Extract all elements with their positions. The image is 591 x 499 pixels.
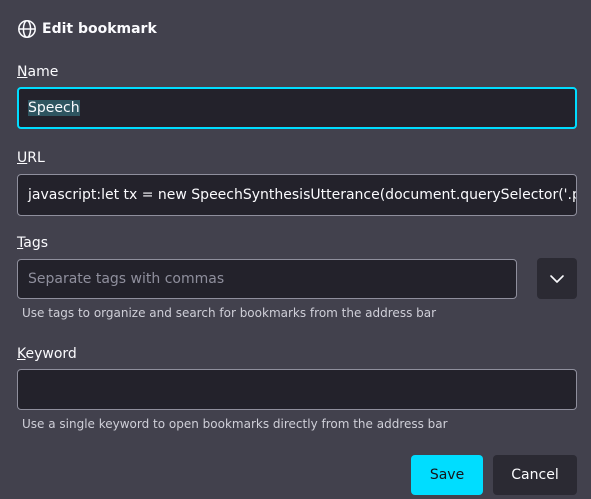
chevron-down-icon bbox=[549, 271, 565, 287]
name-label-accesskey: N bbox=[17, 64, 28, 80]
name-input[interactable]: Speech bbox=[17, 87, 577, 129]
globe-icon bbox=[17, 19, 37, 39]
name-label: Name bbox=[17, 64, 58, 80]
cancel-button[interactable]: Cancel bbox=[493, 455, 577, 495]
url-input-value: javascript:let tx = new SpeechSynthesisU… bbox=[28, 187, 577, 203]
tags-dropdown-button[interactable] bbox=[537, 258, 577, 299]
keyword-hint: Use a single keyword to open bookmarks d… bbox=[22, 417, 448, 431]
tags-hint: Use tags to organize and search for book… bbox=[22, 306, 437, 320]
save-button[interactable]: Save bbox=[411, 455, 483, 495]
url-input[interactable]: javascript:let tx = new SpeechSynthesisU… bbox=[17, 174, 577, 216]
panel-title: Edit bookmark bbox=[42, 21, 157, 37]
tags-input-placeholder: Separate tags with commas bbox=[28, 271, 225, 287]
name-input-value: Speech bbox=[28, 100, 80, 116]
tags-input[interactable]: Separate tags with commas bbox=[17, 259, 517, 299]
keyword-input[interactable] bbox=[17, 369, 577, 410]
tags-label: Tags bbox=[17, 235, 48, 251]
url-label-accesskey: U bbox=[17, 150, 28, 166]
edit-bookmark-panel: { "header": { "icon": "globe-icon", "tit… bbox=[0, 0, 591, 499]
name-label-rest: ame bbox=[27, 64, 59, 80]
url-label-rest: RL bbox=[27, 150, 45, 166]
url-label: URL bbox=[17, 150, 45, 166]
keyword-label-rest: eyword bbox=[25, 346, 77, 362]
panel-header: Edit bookmark bbox=[17, 18, 157, 40]
keyword-label: Keyword bbox=[17, 346, 77, 362]
tags-label-rest: ags bbox=[23, 235, 48, 251]
